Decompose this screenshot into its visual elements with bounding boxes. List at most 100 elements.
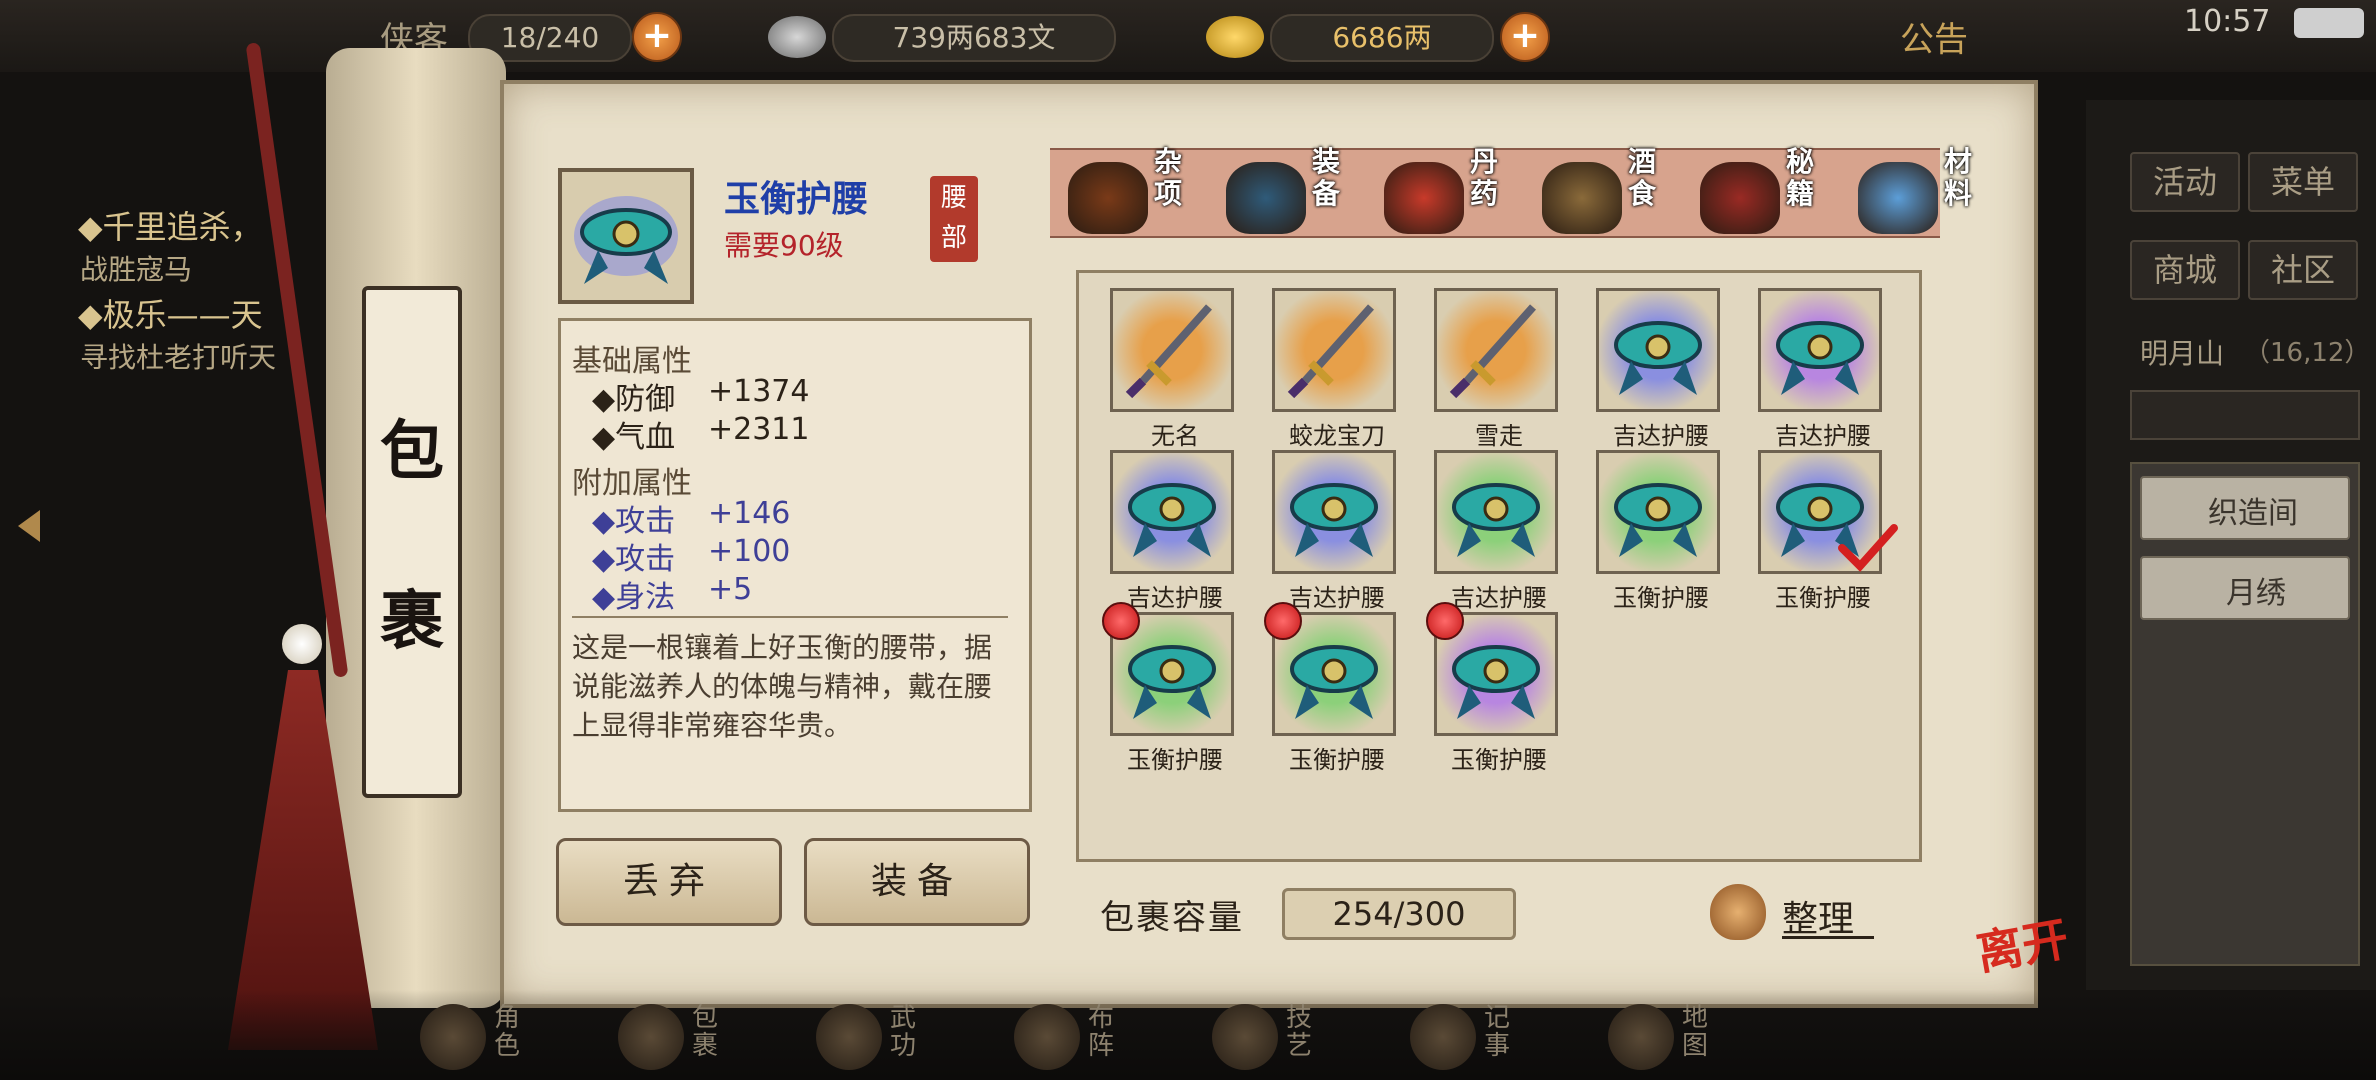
basic-attr-label-2: ◆气血 (592, 420, 676, 455)
tab-4[interactable]: 酒食 (1538, 140, 1688, 244)
bottom-nav-item[interactable]: 地图 (1608, 998, 1758, 1078)
silver-icon (768, 16, 826, 58)
tab-2[interactable]: 装备 (1222, 140, 1372, 244)
item-frame (1272, 450, 1396, 574)
tab-6[interactable]: 材料 (1854, 140, 2004, 244)
inventory-slot[interactable]: 玉衡护腰 (1264, 602, 1402, 774)
inventory-slot[interactable]: 玉衡护腰 (1596, 450, 1726, 612)
jar-icon (1068, 162, 1148, 234)
scroll-title-char-1: 包 (380, 414, 444, 489)
inventory-slot[interactable]: 吉达护腰 (1758, 288, 1888, 450)
weaving-label: 织造间 (2208, 496, 2298, 531)
tab-label: 杂项 (1154, 145, 1183, 210)
basic-attr-value-2: +2311 (708, 412, 810, 447)
item-name-label: 蛟龙宝刀 (1289, 422, 1385, 450)
item-name-label: 玉衡护腰 (1127, 746, 1223, 774)
bottom-nav-item[interactable]: 包裹 (618, 998, 768, 1078)
add-gold-button[interactable]: + (1500, 12, 1550, 62)
equip-button[interactable]: 装备 (804, 838, 1030, 926)
inventory-slot[interactable]: 玉衡护腰 (1758, 450, 1898, 612)
nav-label: 角色 (494, 1003, 521, 1061)
item-name-label: 吉达护腰 (1775, 422, 1871, 450)
inventory-slot[interactable]: 吉达护腰 (1272, 450, 1402, 612)
item-name: 玉衡护腰 (724, 179, 869, 220)
belt-icon (1290, 483, 1378, 557)
nav-label: 武功 (890, 1003, 917, 1061)
weaving-button[interactable]: 织造间 (2140, 476, 2350, 540)
announcement-button[interactable]: 公告 (1900, 12, 1968, 61)
equipment-icon (1226, 162, 1306, 234)
shop-button[interactable]: 商城 (2130, 240, 2240, 300)
nav-icon (420, 1004, 486, 1070)
quest-title-1[interactable]: ◆千里追杀， (78, 202, 263, 248)
item-frame (1434, 288, 1558, 412)
discard-button[interactable]: 丢弃 (556, 838, 782, 926)
tab-5[interactable]: 秘籍 (1696, 140, 1846, 244)
item-frame (1110, 288, 1234, 412)
item-description: 这是一根镶着上好玉衡的腰带，据说能滋养人的体魄与精神，戴在腰上显得非常雍容华贵。 (572, 631, 993, 742)
nav-label: 技艺 (1286, 1003, 1313, 1061)
activity-button[interactable]: 活动 (2130, 152, 2240, 212)
item-name-label: 雪走 (1475, 422, 1523, 450)
item-requirement: 需要90级 (724, 229, 844, 262)
equipped-check-icon (1838, 524, 1898, 572)
silver-amount: 739两683文 (832, 14, 1116, 62)
organize-label: 整理 (1782, 899, 1855, 940)
quest-detail-2: 寻找杜老打听天 (80, 341, 277, 374)
extra-attr-value-3: +5 (708, 572, 753, 607)
item-slot-seal: 腰部 (930, 176, 978, 262)
sword-icon (1287, 304, 1374, 399)
bottom-nav-item[interactable]: 角色 (420, 998, 570, 1078)
bottom-nav-item[interactable]: 记事 (1410, 998, 1560, 1078)
minimap-strip[interactable] (2130, 390, 2360, 440)
inventory-slot[interactable]: 无名 (1110, 288, 1240, 450)
money-bag-icon (1710, 884, 1766, 940)
nav-icon (1608, 1004, 1674, 1070)
inventory-slot[interactable]: 吉达护腰 (1110, 450, 1240, 612)
nav-icon (1212, 1004, 1278, 1070)
inventory-slot[interactable]: 吉达护腰 (1596, 288, 1726, 450)
battery-icon (2294, 8, 2364, 38)
scroll-title-panel: 包 裹 (362, 286, 462, 798)
tab-label: 秘籍 (1786, 145, 1815, 210)
menu-button[interactable]: 菜单 (2248, 152, 2358, 212)
item-name-label: 玉衡护腰 (1289, 746, 1385, 774)
item-slot-label: 腰部 (940, 183, 967, 253)
item-frame (1434, 450, 1558, 574)
add-bag-button[interactable]: + (632, 12, 682, 62)
nav-label: 包裹 (692, 1003, 719, 1061)
bottom-nav-item[interactable]: 武功 (816, 998, 966, 1078)
gold-amount: 6686两 (1270, 14, 1494, 62)
quest-detail-1: 战胜寇马 (80, 253, 193, 286)
nav-icon (1410, 1004, 1476, 1070)
extra-attr-label-3: ◆身法 (592, 580, 676, 615)
leave-button[interactable]: 离开 (1971, 903, 2073, 984)
inventory-slot[interactable]: 雪走 (1434, 288, 1564, 450)
collapse-arrow-icon[interactable] (18, 510, 40, 542)
extra-attr-value-2: +100 (708, 534, 791, 569)
tab-label: 酒食 (1628, 145, 1657, 210)
inventory-slot[interactable]: 玉衡护腰 (1102, 602, 1240, 774)
belt-icon (1776, 321, 1864, 395)
tab-1[interactable]: 杂项 (1064, 140, 1214, 244)
nav-icon (1014, 1004, 1080, 1070)
inventory-slot[interactable]: 蛟龙宝刀 (1272, 288, 1402, 450)
new-item-badge-icon (1426, 602, 1464, 640)
location-name: 明月山 (2140, 337, 2225, 370)
belt-icon (1128, 483, 1216, 557)
tab-3[interactable]: 丹药 (1380, 140, 1530, 244)
quest-title-2[interactable]: ◆极乐——天 (78, 290, 263, 336)
new-item-badge-icon (1102, 602, 1140, 640)
inventory-slot[interactable]: 玉衡护腰 (1426, 602, 1564, 774)
inventory-slot[interactable]: 吉达护腰 (1434, 450, 1564, 612)
bottom-nav-item[interactable]: 技艺 (1212, 998, 1362, 1078)
bottom-nav (0, 990, 2376, 1080)
bottom-nav-item[interactable]: 布阵 (1014, 998, 1164, 1078)
selected-item-icon (558, 168, 694, 304)
belt-icon (1614, 483, 1702, 557)
item-frame (1272, 288, 1396, 412)
community-button[interactable]: 社区 (2248, 240, 2358, 300)
embroidery-button[interactable]: 月绣 (2140, 556, 2350, 620)
organize-button[interactable]: 整理 (1706, 874, 1876, 950)
item-frame (1596, 288, 1720, 412)
